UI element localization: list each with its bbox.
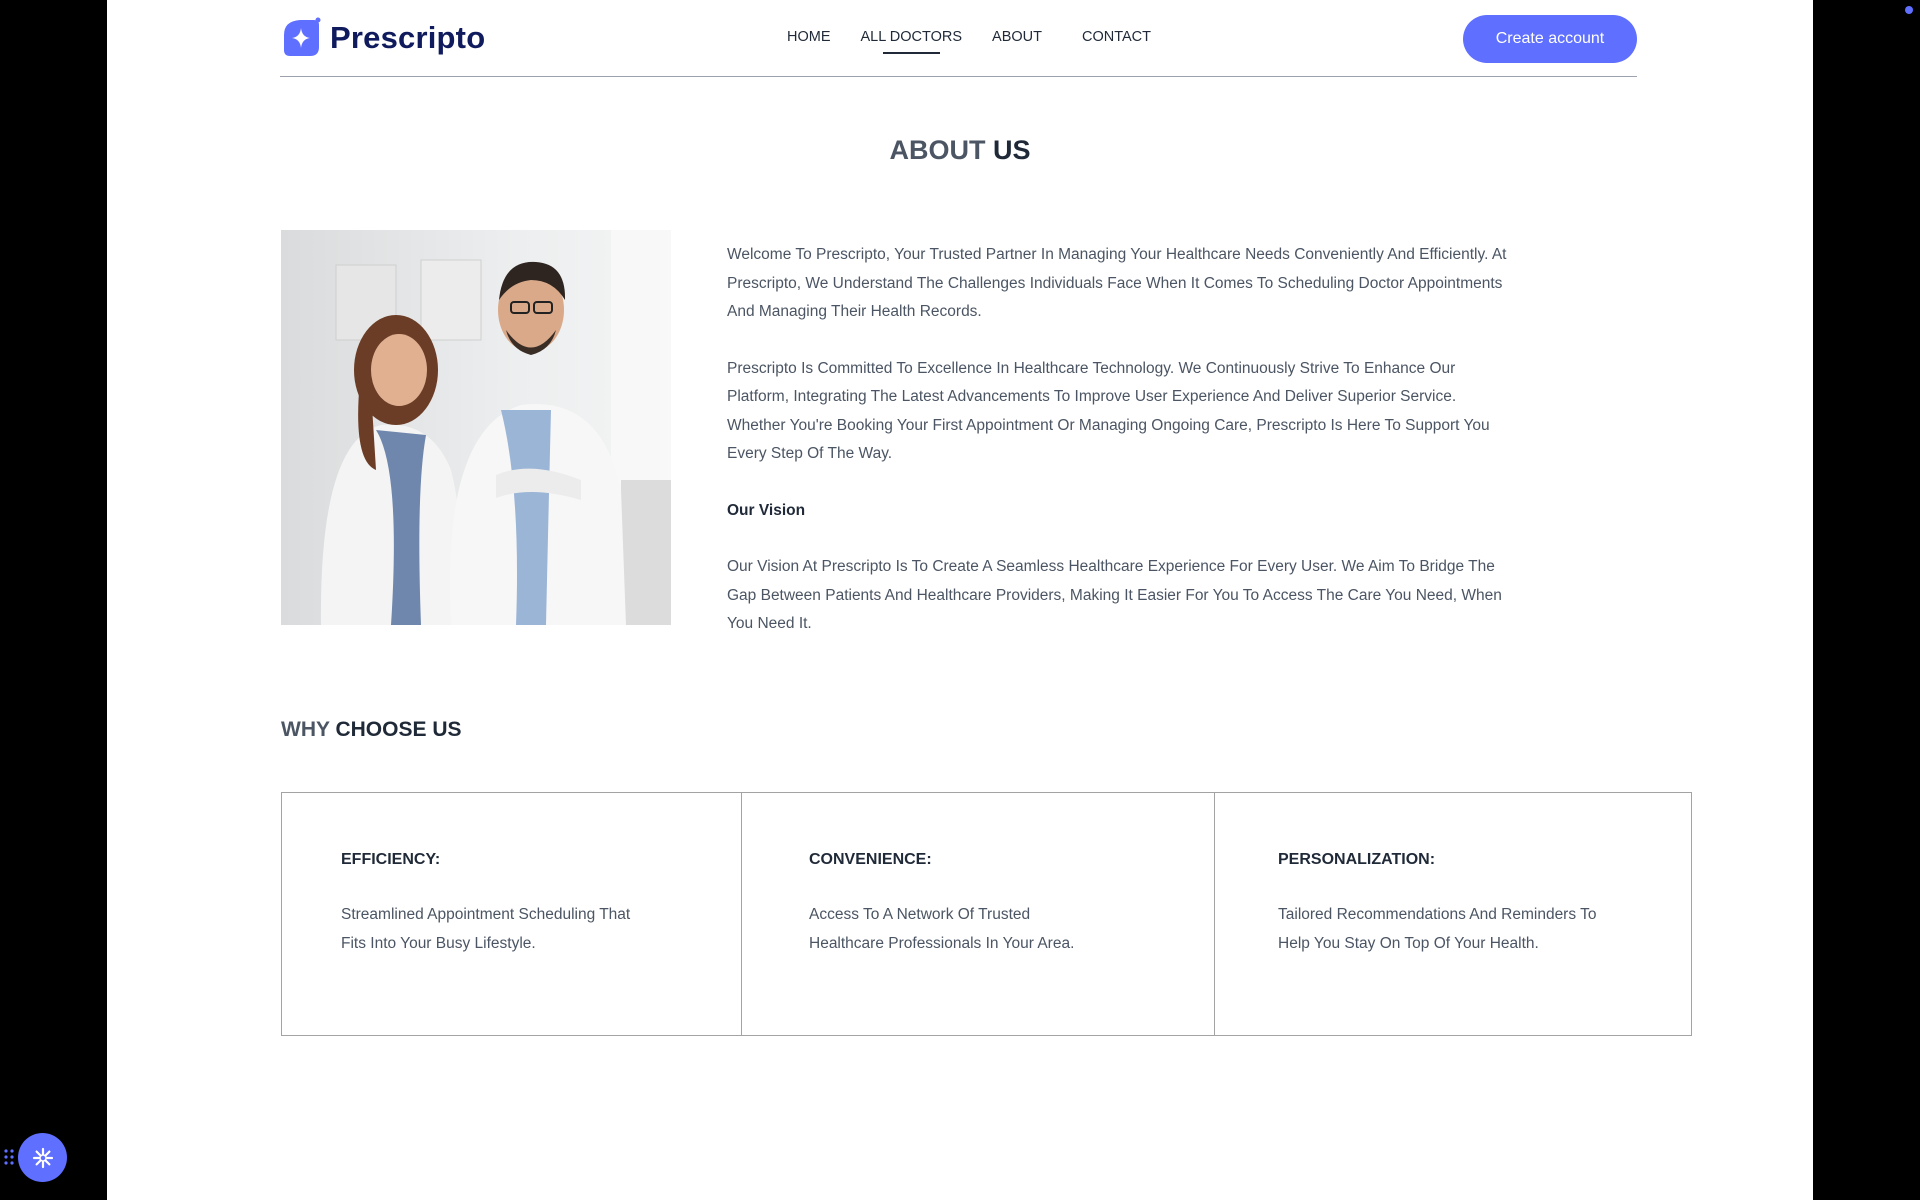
about-paragraph: Welcome To Prescripto, Your Trusted Part… — [727, 246, 1507, 320]
logo-mark-icon — [280, 17, 322, 59]
feature-title: EFFICIENCY: — [341, 851, 441, 868]
create-account-button[interactable]: Create account — [1463, 15, 1637, 63]
feature-card-efficiency[interactable]: EFFICIENCY: Streamlined Appointment Sche… — [282, 793, 742, 1035]
nav-about[interactable]: ABOUT — [992, 29, 1042, 45]
main-nav: HOME ALL DOCTORS ABOUT CONTACT — [787, 29, 1181, 54]
nav-home[interactable]: HOME — [787, 29, 831, 45]
drag-handle-icon[interactable] — [4, 1146, 14, 1168]
feature-desc: Streamlined Appointment Scheduling That … — [341, 906, 631, 952]
feature-desc: Tailored Recommendations And Reminders T… — [1278, 906, 1597, 952]
status-dot — [1905, 6, 1913, 14]
page: Prescripto HOME ALL DOCTORS ABOUT CONTAC… — [107, 0, 1813, 1200]
nav-contact[interactable]: CONTACT — [1082, 29, 1151, 45]
about-text: Welcome To Prescripto, Your Trusted Part… — [727, 241, 1517, 667]
vision-heading: Our Vision — [727, 501, 806, 519]
feature-card-personalization[interactable]: PERSONALIZATION: Tailored Recommendation… — [1215, 793, 1691, 1035]
nav-all-doctors[interactable]: ALL DOCTORS — [861, 29, 962, 54]
logo[interactable]: Prescripto — [280, 17, 485, 59]
feature-title: CONVENIENCE: — [809, 851, 932, 868]
about-title-light: ABOUT — [889, 135, 986, 165]
doctors-image — [281, 230, 671, 625]
about-title-bold: US — [993, 135, 1031, 165]
feature-card-convenience[interactable]: CONVENIENCE: Access To A Network Of Trus… — [742, 793, 1215, 1035]
about-title: ABOUT US — [107, 135, 1813, 166]
why-title-light: WHY — [281, 718, 330, 741]
feature-desc: Access To A Network Of Trusted Healthcar… — [809, 906, 1075, 952]
sparkle-icon[interactable] — [18, 1133, 67, 1182]
about-paragraph: Prescripto Is Committed To Excellence In… — [727, 359, 1490, 463]
vision-text: Our Vision At Prescripto Is To Create A … — [727, 558, 1502, 632]
why-title-bold: CHOOSE US — [335, 718, 462, 741]
feature-title: PERSONALIZATION: — [1278, 851, 1436, 868]
features-grid: EFFICIENCY: Streamlined Appointment Sche… — [281, 792, 1692, 1036]
why-choose-us-title: WHY CHOOSE US — [281, 718, 462, 742]
brand-name: Prescripto — [330, 20, 486, 55]
site-header: Prescripto HOME ALL DOCTORS ABOUT CONTAC… — [280, 0, 1637, 77]
